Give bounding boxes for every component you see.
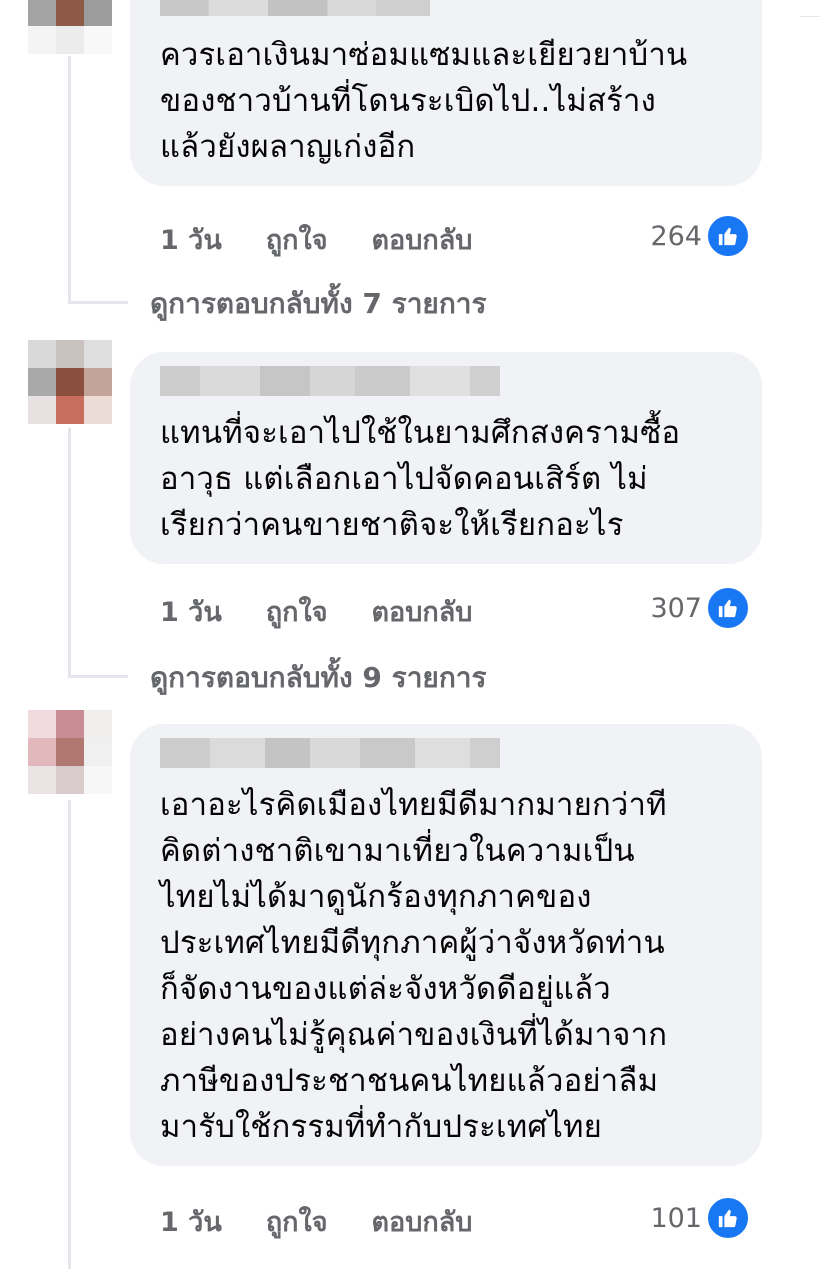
top-right-edge bbox=[800, 0, 820, 17]
like-button[interactable]: ถูกใจ bbox=[266, 590, 328, 633]
reply-button[interactable]: ตอบกลับ bbox=[372, 590, 473, 633]
reply-button[interactable]: ตอบกลับ bbox=[372, 218, 473, 261]
comment-bubble: ควรเอาเงินมาซ่อมแซมและเยียวยาบ้าน ของชาว… bbox=[130, 0, 762, 186]
blurred-username[interactable] bbox=[160, 366, 732, 400]
avatar[interactable] bbox=[28, 710, 112, 794]
thread-line bbox=[68, 428, 71, 678]
reaction-summary[interactable]: 307 bbox=[650, 586, 750, 630]
reply-connector bbox=[68, 675, 128, 678]
comment-text: แทนที่จะเอาไปใช้ในยามศึกสงครามซื้อ อาวุธ… bbox=[160, 415, 681, 543]
avatar[interactable] bbox=[28, 340, 112, 424]
blurred-username[interactable] bbox=[160, 738, 732, 772]
comment-bubble: เอาอะไรคิดเมืองไทยมีดีมากมายกว่าที คิดต่… bbox=[130, 724, 762, 1166]
like-thumb-icon bbox=[706, 214, 750, 258]
view-replies-link[interactable]: ดูการตอบกลับทั้ง 7 รายการ bbox=[150, 282, 487, 326]
thread-line bbox=[68, 56, 71, 304]
reaction-summary[interactable]: 101 bbox=[650, 1196, 750, 1240]
like-thumb-icon bbox=[706, 1196, 750, 1240]
blurred-username[interactable] bbox=[160, 0, 430, 16]
comment-text: ควรเอาเงินมาซ่อมแซมและเยียวยาบ้าน ของชาว… bbox=[160, 37, 688, 165]
comment-time[interactable]: 1 วัน bbox=[160, 590, 222, 633]
reply-button[interactable]: ตอบกลับ bbox=[372, 1200, 473, 1243]
like-button[interactable]: ถูกใจ bbox=[266, 218, 328, 261]
comment-text: เอาอะไรคิดเมืองไทยมีดีมากมายกว่าที คิดต่… bbox=[160, 787, 668, 1145]
thread-line bbox=[68, 800, 71, 1269]
comment-time[interactable]: 1 วัน bbox=[160, 218, 222, 261]
reaction-count: 264 bbox=[650, 220, 702, 252]
reaction-summary[interactable]: 264 bbox=[650, 214, 750, 258]
comment-time[interactable]: 1 วัน bbox=[160, 1200, 222, 1243]
like-thumb-icon bbox=[706, 586, 750, 630]
view-replies-link[interactable]: ดูการตอบกลับทั้ง 9 รายการ bbox=[150, 656, 487, 700]
like-button[interactable]: ถูกใจ bbox=[266, 1200, 328, 1243]
comment-actions: 1 วัน ถูกใจ ตอบกลับ bbox=[160, 590, 516, 633]
comment-actions: 1 วัน ถูกใจ ตอบกลับ bbox=[160, 1200, 516, 1243]
comment-actions: 1 วัน ถูกใจ ตอบกลับ bbox=[160, 218, 516, 261]
reaction-count: 101 bbox=[650, 1202, 702, 1234]
avatar[interactable] bbox=[28, 0, 112, 54]
comment-bubble: แทนที่จะเอาไปใช้ในยามศึกสงครามซื้อ อาวุธ… bbox=[130, 352, 762, 564]
reply-connector bbox=[68, 301, 128, 304]
reaction-count: 307 bbox=[650, 592, 702, 624]
